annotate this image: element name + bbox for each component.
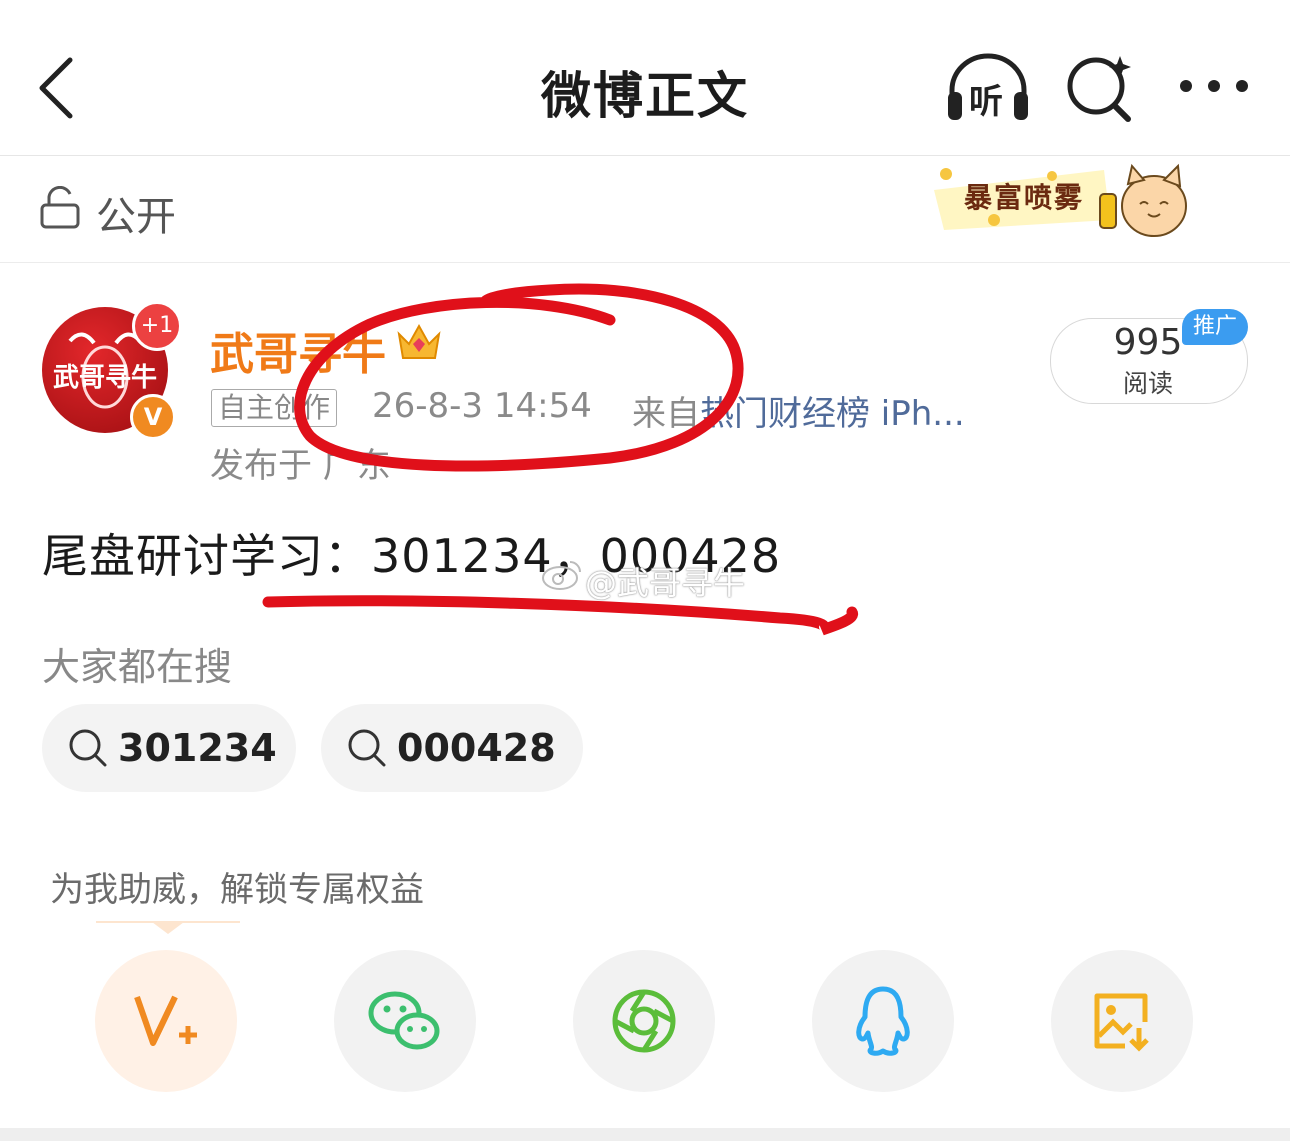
search-icon [348, 729, 386, 767]
save-image-button[interactable] [1051, 950, 1193, 1092]
search-chip-label: 000428 [397, 726, 556, 770]
red-annotation-underline [262, 595, 859, 636]
search-button[interactable] [1064, 50, 1138, 124]
search-sparkle-icon [1067, 56, 1131, 122]
banner-text: 暴富喷雾 [964, 181, 1085, 214]
search-chip[interactable]: 301234 [42, 704, 296, 792]
avatar-text: 武哥寻牛 [52, 363, 157, 393]
more-button[interactable] [1176, 66, 1252, 106]
moments-icon [612, 989, 676, 1053]
verified-badge: V [130, 394, 176, 440]
wechat-icon [368, 991, 440, 1050]
save-image-icon [1094, 993, 1149, 1052]
read-label: 阅读 [1122, 369, 1173, 398]
red-annotation-circle [294, 283, 744, 472]
notification-badge: +1 [132, 301, 182, 351]
listen-button[interactable]: 听 [944, 52, 1032, 124]
search-chip-label: 301234 [118, 726, 277, 770]
share-qq-button[interactable] [812, 950, 954, 1092]
unlock-icon [40, 186, 80, 229]
vplus-button[interactable] [95, 950, 237, 1092]
promo-badge[interactable]: 推广 [1182, 309, 1248, 345]
unlock-icon-wrap [38, 186, 82, 230]
share-moments-button[interactable] [573, 950, 715, 1092]
search-icon [69, 729, 107, 767]
boost-prompt: 为我助威，解锁专属权益 [50, 870, 424, 910]
nav-bar: 微博正文 听 [0, 0, 1290, 156]
listen-label: 听 [969, 82, 1003, 122]
bottom-divider [0, 1128, 1290, 1141]
visibility-label[interactable]: 公开 [96, 184, 176, 242]
boost-pointer [96, 921, 240, 934]
more-dots-icon [1180, 80, 1248, 92]
search-chip[interactable]: 000428 [321, 704, 583, 792]
search-section-title: 大家都在搜 [42, 645, 233, 689]
lucky-spray-banner[interactable]: 暴富喷雾 [934, 160, 1204, 242]
weibo-logo-icon [542, 561, 581, 590]
share-wechat-button[interactable] [334, 950, 476, 1092]
v-plus-icon [134, 995, 197, 1046]
qq-icon [856, 986, 910, 1056]
